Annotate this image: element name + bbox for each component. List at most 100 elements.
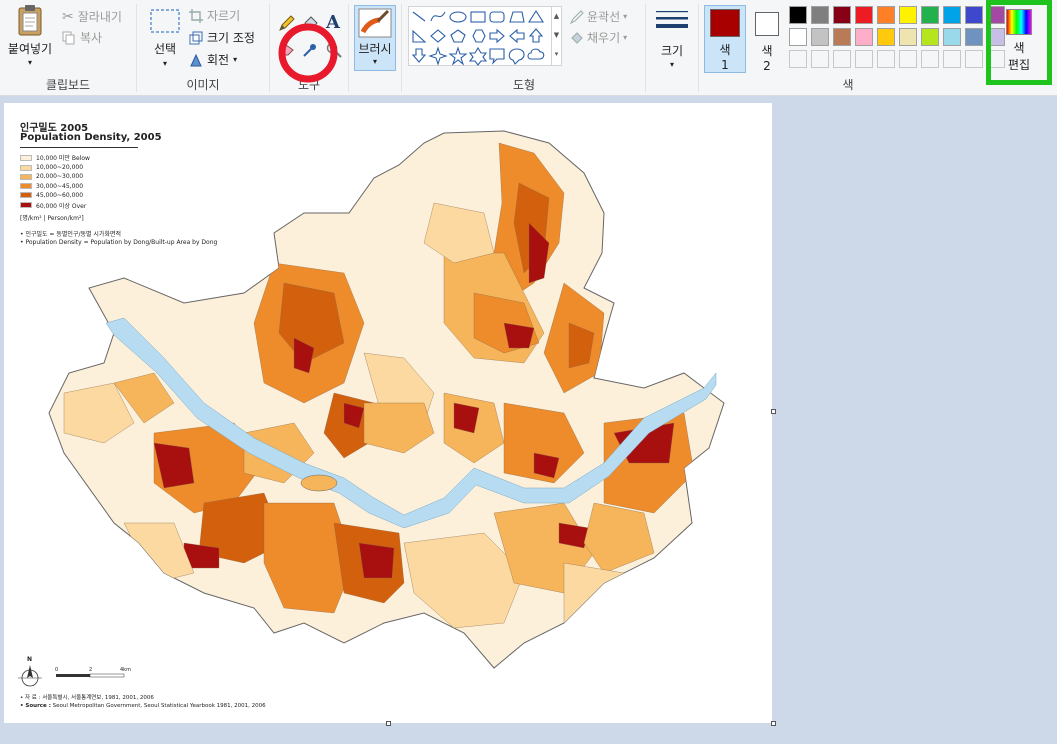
crop-icon [189,8,203,23]
palette-custom-slot[interactable] [899,50,917,68]
paste-button[interactable]: 붙여넣기 ▾ [4,4,56,70]
size-dropdown-icon: ▾ [669,60,674,69]
palette-custom-slot[interactable] [833,50,851,68]
copy-button[interactable]: 복사 [62,29,102,46]
shapes-group-label: 도형 [512,78,536,92]
resize-label: 크기 조정 [207,31,255,45]
rounded-rectangle-shape-icon[interactable] [489,11,505,23]
separator [348,4,349,92]
rectangle-shape-icon[interactable] [470,11,486,23]
palette-color-swatch[interactable] [899,28,917,46]
palette-color-swatch[interactable] [921,6,939,24]
map-source-en: • Source : Seoul Metropolitan Government… [20,703,266,709]
edit-colors-button[interactable]: 색 편집 [986,0,1052,85]
palette-custom-slot[interactable] [855,50,873,68]
brush-button[interactable]: 브러시 ▾ [354,5,396,71]
palette-color-swatch[interactable] [943,6,961,24]
diamond-shape-icon[interactable] [430,29,446,43]
color1-swatch [710,9,740,37]
outline-button[interactable]: 윤곽선 ▾ [570,8,627,25]
rainbow-icon [1006,9,1032,35]
right-arrow-shape-icon[interactable] [489,28,505,44]
four-point-star-shape-icon[interactable] [428,46,448,66]
rotate-button[interactable]: 회전 ▾ [189,51,237,68]
palette-color-swatch[interactable] [855,28,873,46]
palette-color-swatch[interactable] [811,28,829,46]
canvas-resize-handle-corner[interactable] [771,721,776,726]
palette-color-swatch[interactable] [877,28,895,46]
crop-label: 자르기 [207,9,241,23]
hexagon-shape-icon[interactable] [472,29,486,43]
shapes-scroll[interactable]: ▲ ▼ ▾ [551,7,561,65]
select-label: 선택 [153,42,177,56]
palette-custom-slot[interactable] [877,50,895,68]
palette-color-swatch[interactable] [811,6,829,24]
cut-button[interactable]: ✂ 잘라내기 [62,8,122,25]
palette-color-swatch[interactable] [965,28,983,46]
crop-button[interactable]: 자르기 [189,7,240,24]
five-point-star-shape-icon[interactable] [448,46,468,66]
outline-label: 윤곽선 [587,10,621,24]
source-text: Seoul Metropolitan Government, Seoul Sta… [50,703,266,709]
palette-color-swatch[interactable] [789,28,807,46]
rotate-label: 회전 [207,53,230,67]
palette-color-swatch[interactable] [855,6,873,24]
separator [645,4,646,92]
resize-button[interactable]: 크기 조정 [189,29,255,46]
fill-label: 채우기 [587,31,621,45]
palette-custom-slot[interactable] [965,50,983,68]
palette-color-swatch[interactable] [943,28,961,46]
color-palette [789,6,1009,72]
edit-colors-label-2: 편집 [1007,58,1031,72]
palette-custom-slot[interactable] [811,50,829,68]
palette-color-swatch[interactable] [789,6,807,24]
canvas-resize-handle-right[interactable] [771,409,776,414]
seoul-density-map [18,130,725,687]
brush-dropdown-icon: ▾ [372,57,377,66]
color1-label: 색 [719,43,731,57]
palette-color-swatch[interactable] [833,28,851,46]
palette-custom-slot[interactable] [921,50,939,68]
scale-label-0: 0 [55,667,59,673]
rect-callout-shape-icon[interactable] [489,48,505,65]
outline-pen-icon [570,9,584,24]
cloud-callout-shape-icon[interactable] [527,48,545,60]
source-label: • Source : [20,703,51,709]
polygon-shape-icon[interactable] [509,11,525,23]
clipboard-icon [18,5,42,36]
pentagon-shape-icon[interactable] [450,29,466,43]
canvas-resize-handle-bottom[interactable] [386,721,391,726]
palette-color-swatch[interactable] [921,28,939,46]
paint-canvas[interactable]: 인구밀도 2005 Population Density, 2005 10,00… [4,103,772,723]
size-button[interactable]: 크기 ▾ [650,6,694,72]
triangle-shape-icon[interactable] [527,9,545,23]
right-triangle-shape-icon[interactable] [412,29,427,43]
oval-shape-icon[interactable] [449,11,467,23]
color2-button[interactable]: 색 2 [751,5,783,73]
left-arrow-shape-icon[interactable] [509,28,525,44]
up-arrow-shape-icon[interactable] [528,28,544,43]
line-shape-icon[interactable] [412,11,426,22]
fill-button[interactable]: 채우기 ▾ [570,29,627,46]
palette-color-swatch[interactable] [965,6,983,24]
curve-shape-icon[interactable] [430,11,446,22]
down-arrow-shape-icon[interactable] [411,48,427,63]
scale-label-4: 4km [120,667,131,673]
six-point-star-shape-icon[interactable] [468,46,488,66]
color2-number: 2 [763,59,771,73]
palette-custom-slot[interactable] [789,50,807,68]
oval-callout-shape-icon[interactable] [508,48,525,65]
palette-color-swatch[interactable] [833,6,851,24]
palette-custom-slot[interactable] [943,50,961,68]
palette-color-swatch[interactable] [877,6,895,24]
select-button[interactable]: 선택 ▾ [145,8,185,70]
color1-button[interactable]: 색 1 [704,5,746,73]
scale-bar [56,673,125,678]
fill-dropdown-icon: ▾ [623,33,628,42]
rotate-dropdown-icon: ▾ [233,55,238,64]
image-group-label: 이미지 [186,78,220,92]
color2-swatch [755,12,779,36]
map-source-ko: • 자 료 : 서울특별시, 서울통계연보, 1981, 2001, 2006 [20,695,154,701]
palette-color-swatch[interactable] [899,6,917,24]
rotate-icon [190,53,202,66]
